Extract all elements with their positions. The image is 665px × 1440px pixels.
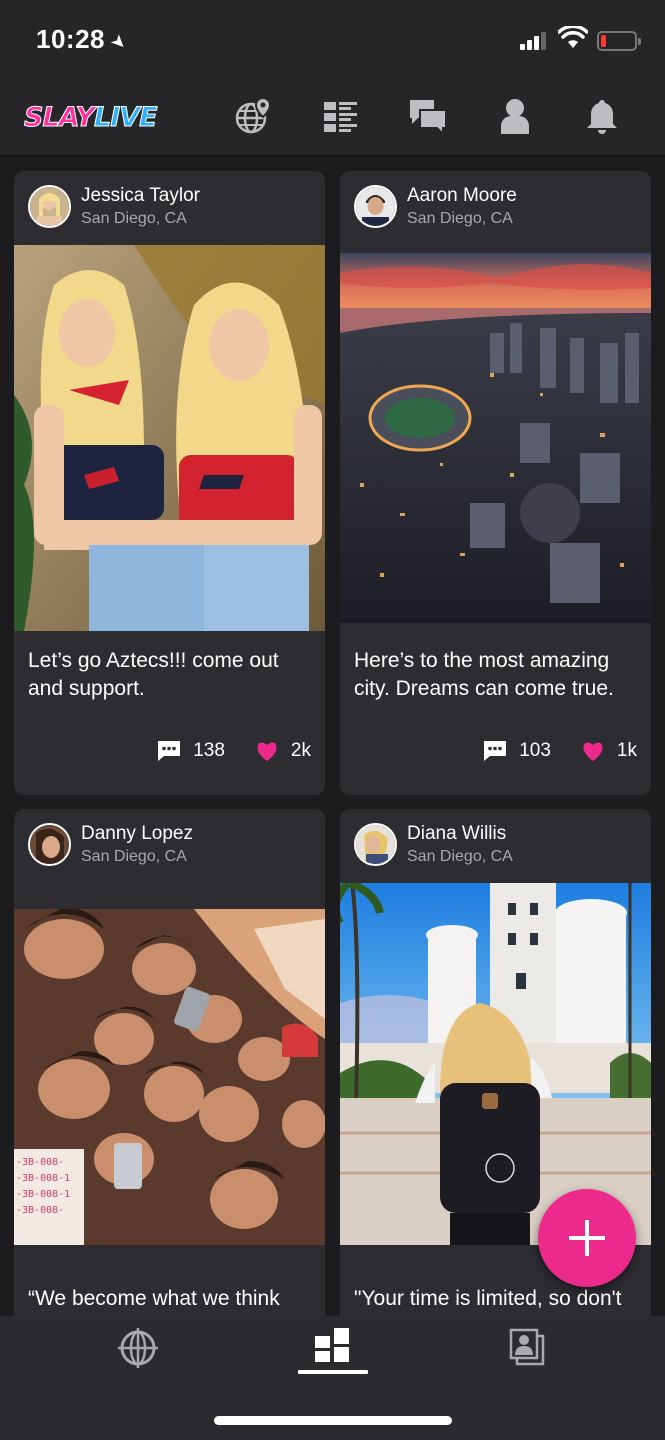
comment-count-text: 138 (193, 740, 225, 761)
wifi-icon (558, 26, 588, 48)
home-indicator[interactable] (214, 1416, 452, 1425)
post-location: San Diego, CA (407, 210, 513, 227)
like-count[interactable]: 2k (255, 740, 311, 762)
post-photo[interactable] (340, 253, 651, 623)
post-header: Jessica Taylor San Diego, CA (14, 171, 325, 245)
add-post-button[interactable] (538, 1189, 636, 1287)
signal-icon (520, 32, 548, 50)
post-location: San Diego, CA (81, 210, 187, 227)
like-count-text: 2k (290, 740, 311, 761)
feed-grid[interactable]: Jessica Taylor San Diego, CA Let’s go Az… (0, 156, 665, 1316)
status-bar: 10:28➤ (0, 0, 665, 80)
post-header: Diana Willis San Diego, CA (340, 809, 651, 883)
comment-count-text: 103 (519, 740, 551, 761)
list-icon[interactable] (321, 96, 361, 136)
location-arrow-icon: ➤ (106, 29, 132, 55)
avatar[interactable] (354, 823, 397, 866)
globe-pin-icon[interactable] (233, 96, 273, 136)
tab-explore[interactable] (27, 1316, 249, 1380)
bottom-tab-bar (0, 1316, 665, 1380)
globe-target-icon (118, 1328, 158, 1368)
post-photo[interactable] (14, 245, 325, 631)
logo-part-slay: SLAY (24, 102, 96, 134)
svg-text:-3B-008-: -3B-008- (16, 1205, 64, 1216)
post-card[interactable]: Aaron Moore San Diego, CA Here’s to the … (340, 171, 651, 795)
post-photo[interactable]: -3B-008- -3B-008-1 -3B-008-1 -3B-008- (14, 909, 325, 1245)
post-header: Aaron Moore San Diego, CA (340, 171, 651, 245)
like-count-text: 1k (616, 740, 637, 761)
post-card[interactable]: Danny Lopez San Diego, CA -3B-008- -3B-00… (14, 809, 325, 1316)
comment-icon (158, 741, 181, 761)
post-author[interactable]: Aaron Moore (407, 185, 517, 207)
heart-icon (583, 742, 603, 761)
status-time-text: 10:28 (36, 24, 105, 54)
active-tab-indicator (298, 1370, 368, 1374)
top-nav-bar: SLAYLIVE (0, 80, 665, 156)
post-stats: 103 1k (453, 737, 637, 765)
svg-text:-3B-008-: -3B-008- (16, 1157, 64, 1168)
home-indicator-area (0, 1380, 665, 1440)
post-caption: “We become what we think (28, 1287, 280, 1310)
avatar[interactable] (354, 185, 397, 228)
profile-icon[interactable] (495, 96, 535, 136)
post-author[interactable]: Jessica Taylor (81, 185, 200, 207)
post-caption: "Your time is limited, so don't (354, 1287, 622, 1310)
status-time: 10:28➤ (36, 24, 132, 55)
comment-count[interactable]: 103 (483, 740, 551, 762)
comment-count[interactable]: 138 (157, 740, 225, 762)
post-caption: Here’s to the most amazing city. Dreams … (354, 649, 614, 700)
svg-text:-3B-008-1: -3B-008-1 (16, 1173, 70, 1184)
post-card[interactable]: Jessica Taylor San Diego, CA Let’s go Az… (14, 171, 325, 795)
post-location: San Diego, CA (407, 848, 513, 865)
like-count[interactable]: 1k (581, 740, 637, 762)
contacts-icon (509, 1328, 545, 1366)
tab-contacts[interactable] (416, 1316, 638, 1380)
post-author[interactable]: Diana Willis (407, 823, 506, 845)
slaylive-logo[interactable]: SLAYLIVE (24, 102, 159, 134)
chat-icon[interactable] (408, 96, 448, 136)
heart-icon (257, 742, 277, 761)
grid-feed-icon (315, 1328, 349, 1362)
comment-icon (484, 741, 507, 761)
avatar[interactable] (28, 185, 71, 228)
avatar[interactable] (28, 823, 71, 866)
post-header: Danny Lopez San Diego, CA (14, 809, 325, 883)
post-caption: Let’s go Aztecs!!! come out and support. (28, 649, 279, 700)
post-author[interactable]: Danny Lopez (81, 823, 193, 845)
svg-text:-3B-008-1: -3B-008-1 (16, 1189, 70, 1200)
post-stats: 138 2k (127, 737, 311, 765)
plus-icon (569, 1220, 605, 1256)
battery-icon (597, 31, 641, 51)
logo-part-live: LIVE (94, 102, 159, 134)
post-location: San Diego, CA (81, 848, 187, 865)
bell-icon[interactable] (582, 96, 622, 136)
